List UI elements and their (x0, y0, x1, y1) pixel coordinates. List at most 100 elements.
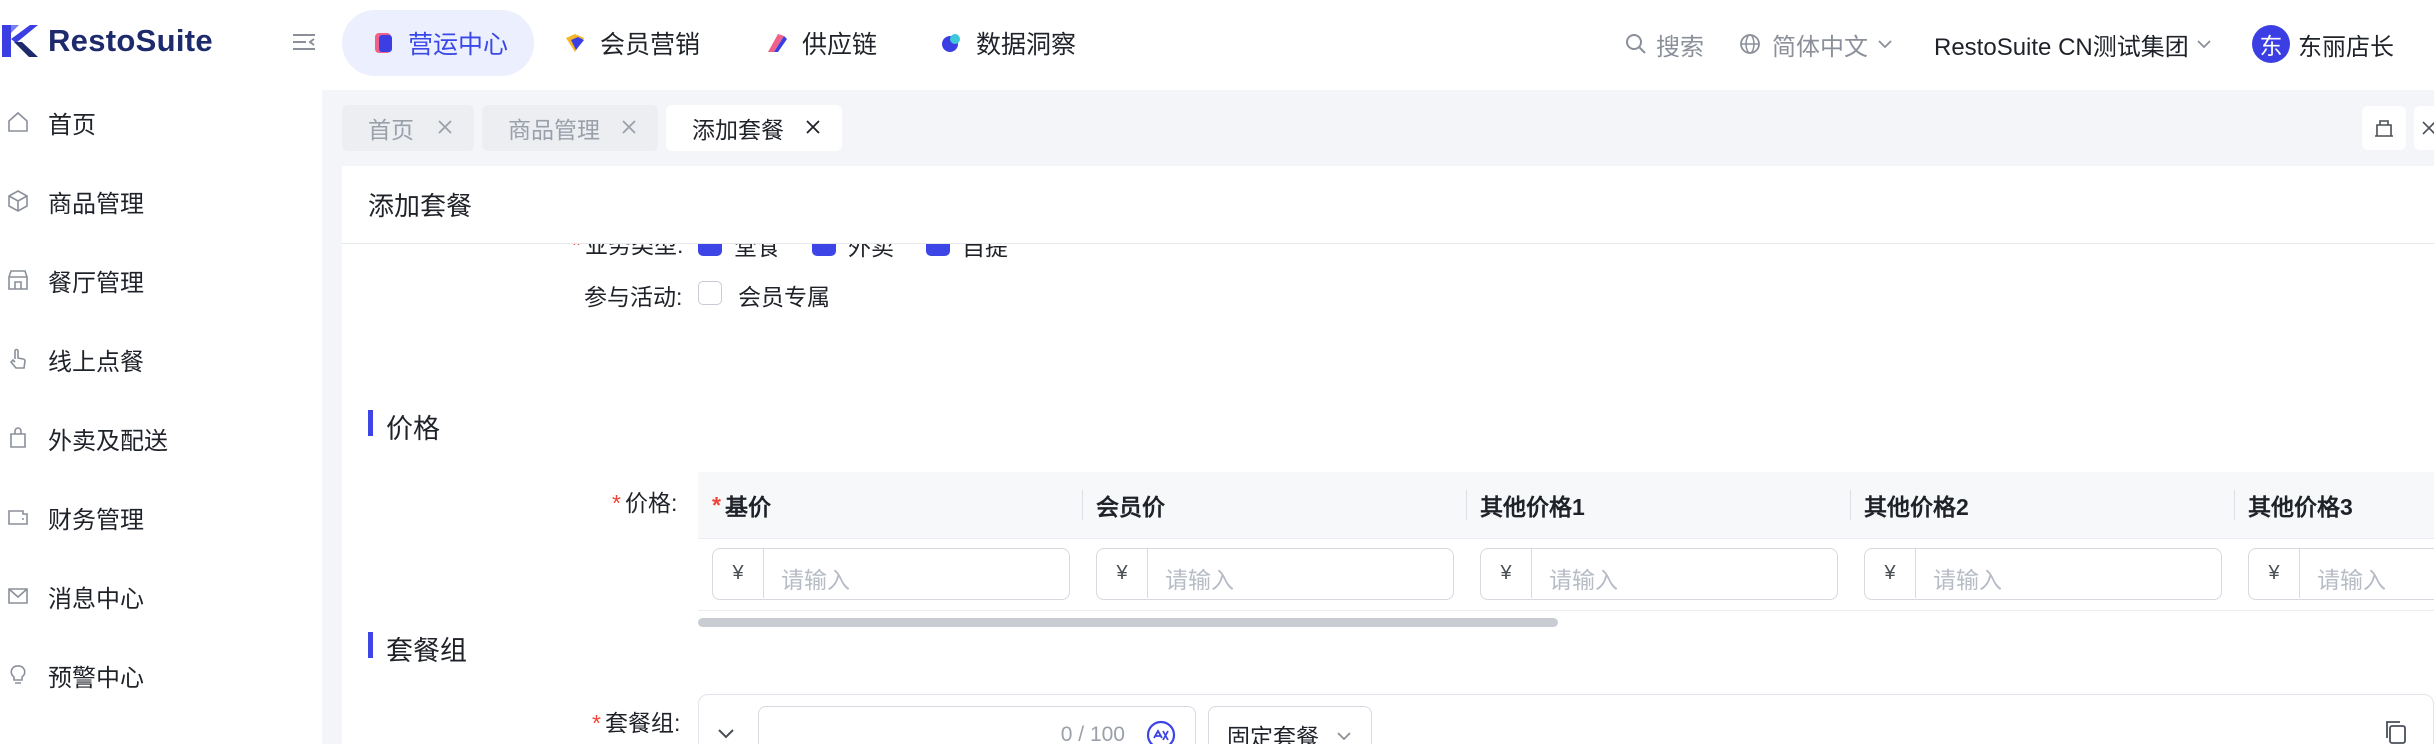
divider (698, 538, 2434, 539)
close-icon (2422, 121, 2434, 135)
group-field-label: * 套餐组: (592, 710, 681, 736)
sidebar-item-label: 餐厅管理 (48, 269, 144, 297)
chevron-down-icon[interactable] (706, 714, 746, 744)
sidebar-item-label: 消息中心 (48, 585, 144, 613)
business-type-label: * 业务类型: (572, 244, 684, 258)
business-type-takeout-checkbox[interactable] (812, 244, 836, 256)
translate-icon[interactable] (1145, 719, 1177, 744)
language-selector[interactable]: 简体中文 (1738, 26, 1894, 62)
bulb-icon (10, 665, 26, 684)
input-placeholder: 请输入 (1549, 567, 1618, 593)
page-title: 添加套餐 (368, 191, 473, 221)
nav-tab-member-marketing[interactable]: 会员营销 (562, 10, 700, 76)
sidebar-item-label: 商品管理 (48, 190, 144, 218)
nav-tab-supply-chain[interactable]: 供应链 (764, 10, 877, 76)
section-marker (368, 410, 373, 436)
globe-icon (1740, 34, 1760, 54)
nav-tab-label: 供应链 (802, 31, 878, 59)
checkbox-label: 自提 (962, 244, 1008, 260)
input-placeholder: 请输入 (2317, 567, 2386, 593)
page-tab-products[interactable]: 商品管理 (482, 105, 658, 151)
data-insights-icon (942, 34, 960, 52)
close-icon[interactable] (620, 118, 638, 136)
user-name: 东丽店长 (2298, 33, 2394, 61)
char-counter: 0 / 100 (1060, 723, 1125, 744)
nav-tab-label: 营运中心 (408, 31, 509, 59)
member-marketing-icon (566, 34, 584, 52)
sidebar-item-home[interactable]: 首页 (0, 90, 322, 154)
close-all-tabs-button[interactable] (2414, 106, 2434, 150)
copy-icon[interactable] (2382, 718, 2410, 744)
input-placeholder: 请输入 (1933, 567, 2002, 593)
supply-chain-icon (768, 34, 787, 52)
group-section-title: 套餐组 (386, 636, 467, 666)
sidebar-item-label: 首页 (48, 111, 96, 139)
language-label: 简体中文 (1772, 33, 1868, 61)
currency-prefix: ¥ (1097, 549, 1148, 598)
home-icon (8, 111, 28, 132)
search-icon (1626, 34, 1646, 54)
group-name-input[interactable]: 0 / 100 (758, 706, 1196, 744)
sidebar-item-products[interactable]: 商品管理 (0, 169, 322, 233)
restosuite-logo-icon (2, 25, 38, 57)
column-separator (1466, 490, 1467, 520)
user-menu[interactable]: 东 东丽店长 (2252, 24, 2394, 64)
nav-tab-operations[interactable]: 营运中心 (342, 10, 535, 76)
building-icon (2375, 120, 2393, 137)
column-separator (2234, 490, 2235, 520)
base-price-input[interactable]: ¥ 请输入 (712, 548, 1070, 600)
sidebar: 首页 商品管理 餐厅管理 线上点餐 外卖及配送 财务管理 消息中心 预警中心 (0, 90, 322, 744)
search-button[interactable]: 搜索 (1624, 26, 1704, 62)
search-label: 搜索 (1656, 33, 1704, 61)
top-bar: RestoSuite 营运中心 会员营销 供应链 数据洞察 搜索 简体中文 Re… (0, 0, 2434, 90)
org-label: RestoSuite CN测试集团 (1934, 33, 2189, 61)
sidebar-item-label: 预警中心 (48, 664, 144, 692)
page-tab-home[interactable]: 首页 (342, 105, 474, 151)
column-separator (1850, 490, 1851, 520)
sidebar-item-alerts[interactable]: 预警中心 (0, 643, 322, 707)
close-icon[interactable] (436, 118, 454, 136)
business-type-dine-in-checkbox[interactable] (698, 244, 722, 256)
delivery-bag-icon (10, 427, 26, 448)
col-header-other-price-3: 其他价格3 (2248, 494, 2353, 520)
divider (698, 610, 2434, 611)
sidebar-item-messages[interactable]: 消息中心 (0, 564, 322, 628)
currency-prefix: ¥ (1481, 549, 1532, 598)
member-price-input[interactable]: ¥ 请输入 (1096, 548, 1454, 600)
operations-icon (375, 33, 392, 53)
price-field-label: * 价格: (612, 490, 678, 516)
other-price-2-input[interactable]: ¥ 请输入 (1864, 548, 2222, 600)
store-icon (8, 270, 28, 290)
other-price-3-input[interactable]: ¥ 请输入 (2248, 548, 2434, 600)
checkbox-label: 外卖 (848, 244, 894, 260)
org-selector[interactable]: RestoSuite CN测试集团 (1934, 26, 2213, 62)
collapse-menu-icon[interactable] (290, 28, 318, 56)
section-marker (368, 632, 373, 658)
other-price-1-input[interactable]: ¥ 请输入 (1480, 548, 1838, 600)
column-separator (1082, 490, 1083, 520)
close-icon[interactable] (804, 118, 822, 136)
nav-tab-label: 会员营销 (600, 31, 701, 59)
sidebar-item-restaurants[interactable]: 餐厅管理 (0, 248, 322, 312)
col-header-other-price-1: 其他价格1 (1480, 494, 1585, 520)
nav-tab-data-insights[interactable]: 数据洞察 (938, 10, 1076, 76)
page-tab-label: 添加套餐 (692, 117, 784, 143)
group-type-select[interactable]: 固定套餐 (1208, 706, 1372, 744)
page-tab-add-combo[interactable]: 添加套餐 (666, 105, 842, 151)
sidebar-item-label: 线上点餐 (48, 348, 144, 376)
business-type-pickup-checkbox[interactable] (926, 244, 950, 256)
chevron-down-icon (2197, 40, 2211, 49)
brand-logo[interactable]: RestoSuite (0, 18, 213, 64)
sidebar-item-finance[interactable]: 财务管理 (0, 485, 322, 549)
add-combo-card: 添加套餐 * 业务类型: 堂食 外卖 自提 参与活动: 会员专属 价格 * 价格: … (342, 166, 2434, 744)
price-section-title: 价格 (386, 414, 440, 444)
sidebar-item-delivery[interactable]: 外卖及配送 (0, 406, 322, 470)
price-table-scrollbar[interactable] (698, 618, 1558, 627)
sidebar-item-online-ordering[interactable]: 线上点餐 (0, 327, 322, 391)
tab-tool-button[interactable] (2362, 106, 2406, 150)
col-header-other-price-2: 其他价格2 (1864, 494, 1969, 520)
member-exclusive-checkbox[interactable] (698, 281, 722, 305)
currency-prefix: ¥ (713, 549, 764, 598)
col-header-base-price: * 基价 (712, 491, 771, 521)
brand-name: RestoSuite (48, 23, 213, 58)
